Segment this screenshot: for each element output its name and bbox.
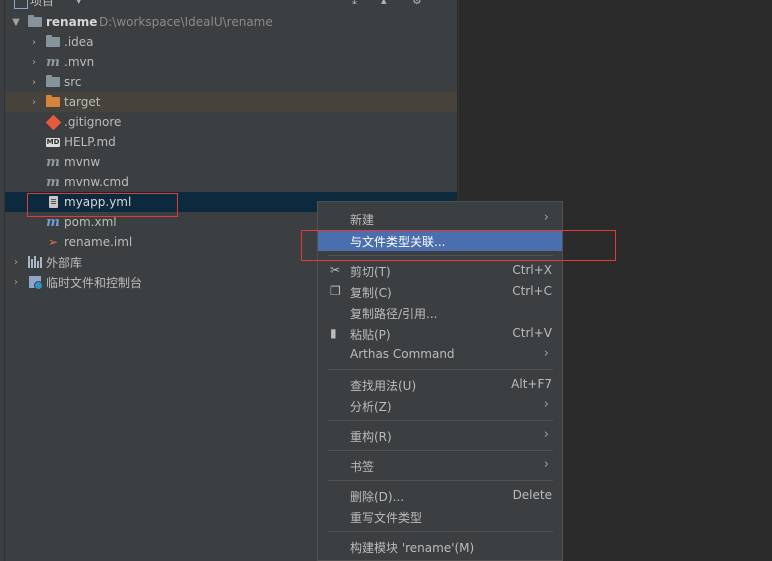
collapse-all-icon[interactable]: ⤓ [352, 0, 357, 8]
highlight-box-menu [301, 230, 616, 261]
chevron-right-icon[interactable]: › [29, 97, 39, 108]
clipboard-icon: ▮ [330, 326, 337, 340]
chevron-down-icon[interactable]: ▾ [76, 0, 82, 7]
menu-shortcut: Ctrl+C [512, 284, 552, 298]
folder-icon [45, 34, 61, 50]
menu-label: Arthas Command [350, 347, 455, 361]
menu-item-copy-path[interactable]: 复制路径/引用... [318, 302, 562, 323]
folder-icon [45, 74, 61, 90]
tree-item-label: HELP.md [64, 135, 116, 149]
tree-item-label: 临时文件和控制台 [46, 275, 143, 290]
expand-icon[interactable]: ▴ [381, 0, 387, 7]
chevron-right-icon[interactable]: › [11, 277, 21, 288]
menu-separator [328, 369, 553, 370]
tree-item-label: .idea [64, 35, 94, 49]
menu-label: 分析(Z) [350, 400, 392, 414]
chevron-right-icon: › [543, 457, 549, 472]
project-view-icon[interactable] [14, 0, 28, 9]
tree-item-src[interactable]: › src [5, 72, 457, 92]
menu-item-analyze[interactable]: 分析(Z) › [318, 395, 562, 416]
tree-item-label: mvnw [64, 155, 101, 169]
menu-shortcut: Ctrl+V [512, 326, 552, 340]
tree-item-gitignore[interactable]: .gitignore [5, 112, 457, 132]
menu-shortcut: Alt+F7 [511, 377, 552, 391]
menu-separator [328, 450, 553, 451]
tree-item-mvnw-cmd[interactable]: m mvnw.cmd [5, 172, 457, 192]
tree-item-mvnw[interactable]: m mvnw [5, 152, 457, 172]
menu-shortcut: Delete [512, 488, 552, 502]
maven-icon: m [46, 54, 60, 70]
tree-item-label: mvnw.cmd [64, 175, 129, 189]
chevron-right-icon[interactable]: › [29, 57, 39, 68]
root-path: D:\workspace\IdealU\rename [99, 15, 273, 29]
chevron-right-icon: › [543, 397, 549, 412]
project-title[interactable]: 项目 [30, 0, 54, 9]
libraries-icon [27, 254, 43, 270]
tree-item-target[interactable]: › target [5, 92, 457, 112]
menu-item-paste[interactable]: ▮ 粘贴(P) Ctrl+V [318, 323, 562, 344]
tree-item-label: rename.iml [64, 235, 133, 249]
chevron-right-icon: › [543, 210, 549, 225]
git-icon [45, 114, 61, 130]
tree-item-label: .mvn [64, 55, 95, 69]
menu-item-build-module[interactable]: 构建模块 'rename'(M) [318, 536, 562, 557]
menu-separator [328, 531, 553, 532]
tree-item-label: pom.xml [64, 215, 117, 229]
maven-icon: m [46, 154, 60, 170]
tree-item-label: src [64, 75, 82, 89]
copy-icon: ❐ [330, 284, 341, 298]
tree-item-label: .gitignore [64, 115, 122, 129]
menu-item-new[interactable]: 新建 › [318, 208, 562, 229]
maven-icon: m [46, 174, 60, 190]
tree-item-mvn[interactable]: › m .mvn [5, 52, 457, 72]
menu-item-arthas[interactable]: Arthas Command › [318, 344, 562, 365]
menu-separator [328, 480, 553, 481]
menu-item-bookmarks[interactable]: 书签 › [318, 455, 562, 476]
folder-orange-icon [45, 94, 61, 110]
tree-item-label: target [64, 95, 101, 109]
menu-label: 剪切(T) [350, 265, 391, 279]
chevron-down-icon[interactable]: ▼ [11, 17, 21, 28]
menu-item-find-usages[interactable]: 查找用法(U) Alt+F7 [318, 374, 562, 395]
menu-separator [328, 420, 553, 421]
root-name: rename [46, 15, 98, 29]
menu-item-refactor[interactable]: 重构(R) › [318, 425, 562, 446]
iml-icon: ➢ [47, 235, 59, 249]
menu-item-copy[interactable]: ❐ 复制(C) Ctrl+C [318, 281, 562, 302]
menu-label: 新建 [350, 213, 375, 227]
menu-item-delete[interactable]: 删除(D)... Delete [318, 485, 562, 506]
project-toolbar: 项目 ▾ ⤓ ▴ ⚙ [0, 0, 457, 10]
menu-label: 构建模块 'rename'(M) [350, 541, 475, 555]
chevron-right-icon: › [543, 346, 549, 361]
menu-label: 查找用法(U) [350, 379, 417, 393]
chevron-right-icon: › [543, 427, 549, 442]
highlight-box-file [27, 193, 178, 217]
tree-item-idea[interactable]: › .idea [5, 32, 457, 52]
tree-item-help[interactable]: MD HELP.md [5, 132, 457, 152]
chevron-right-icon[interactable]: › [29, 77, 39, 88]
chevron-right-icon[interactable]: › [29, 37, 39, 48]
menu-label: 复制路径/引用... [350, 307, 438, 321]
menu-shortcut: Ctrl+X [512, 263, 552, 277]
menu-label: 重构(R) [350, 430, 392, 444]
menu-item-override-file-type[interactable]: 重写文件类型 [318, 506, 562, 527]
gear-icon[interactable]: ⚙ [412, 0, 422, 7]
module-folder-icon [27, 14, 43, 30]
tree-item-label: 外部库 [46, 255, 83, 270]
menu-item-cut[interactable]: ✂ 剪切(T) Ctrl+X [318, 260, 562, 281]
tree-root-rename[interactable]: ▼ rename D:\workspace\IdealU\rename [5, 12, 457, 32]
menu-label: 书签 [350, 460, 375, 474]
scissors-icon: ✂ [330, 263, 341, 277]
chevron-right-icon[interactable]: › [11, 257, 21, 268]
menu-label: 删除(D)... [350, 490, 405, 504]
scratches-icon [27, 274, 43, 290]
menu-label: 重写文件类型 [350, 511, 423, 525]
menu-label: 复制(C) [350, 286, 392, 300]
menu-label: 粘贴(P) [350, 328, 391, 342]
markdown-icon: MD [45, 137, 61, 147]
